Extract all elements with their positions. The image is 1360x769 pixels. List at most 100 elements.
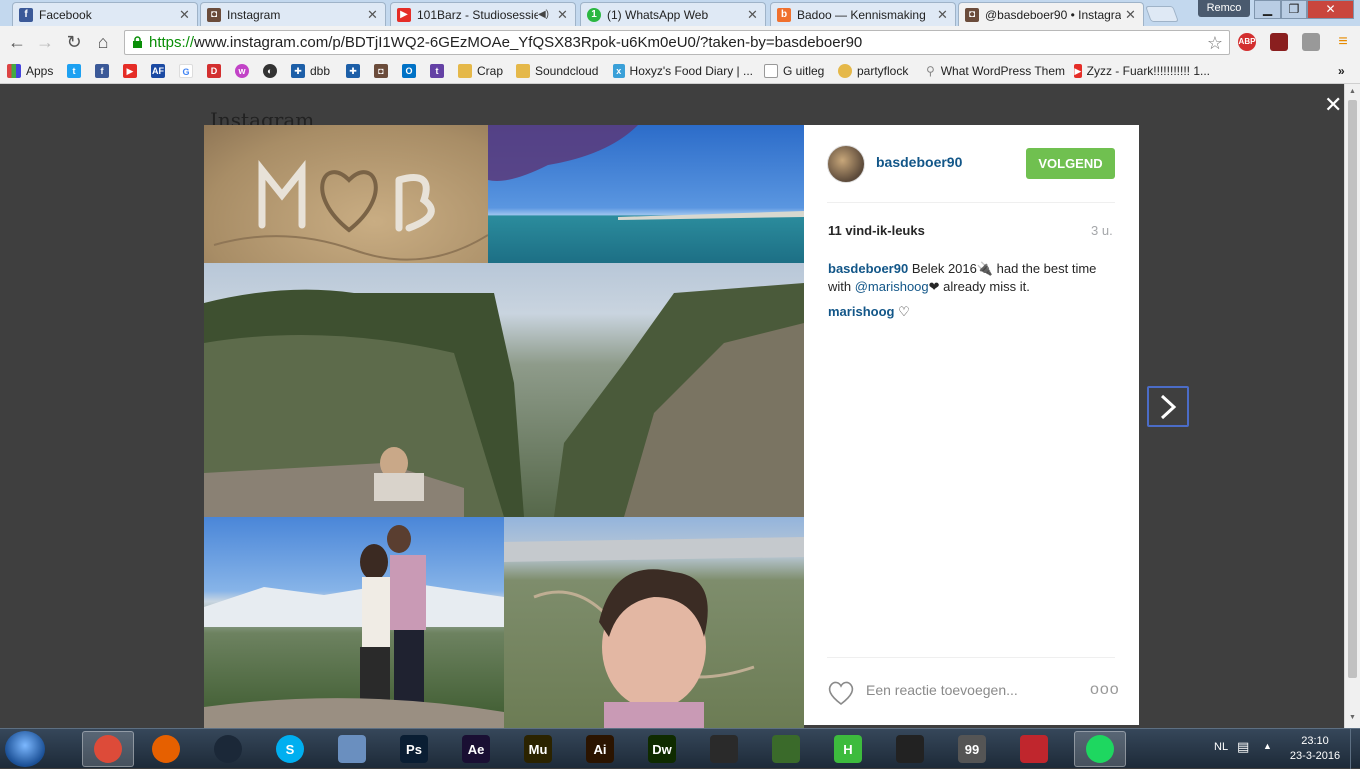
instagram-icon: ◘ [374, 64, 388, 78]
bookmark-twitter[interactable]: t [67, 62, 86, 80]
tab-whatsapp[interactable]: 1 (1) WhatsApp Web ✕ [580, 2, 766, 26]
extension-red-icon[interactable] [1270, 33, 1288, 51]
search-icon: ⚲ [925, 64, 935, 78]
bookmark-youtube[interactable]: ▶ [123, 62, 142, 80]
tab-strip: f Facebook ✕ ◘ Instagram ✕ ▶ 101Barz - S… [0, 0, 1360, 26]
bookmark-wordpress[interactable]: ⚲ What WordPress Them [925, 62, 1065, 80]
taskbar-app-button[interactable] [144, 731, 188, 767]
instagram-page: Instagram ✕ basdeboer90 VOLGEND 11 vind-… [0, 84, 1344, 728]
bookmark-instagram[interactable]: ◘ [374, 62, 393, 80]
keyboard-tray-icon[interactable]: ▤ [1237, 739, 1249, 755]
tab-basdeboer90-instagram[interactable]: ◘ @basdeboer90 • Instagram ✕ [958, 2, 1144, 26]
back-arrow-icon[interactable]: ← [6, 31, 28, 53]
caption-mention-link[interactable]: @marishoog [855, 279, 929, 294]
close-icon[interactable]: ✕ [1125, 7, 1137, 23]
home-icon[interactable]: ⌂ [92, 31, 114, 53]
language-indicator[interactable]: NL [1214, 741, 1228, 753]
windows-start-button[interactable] [5, 731, 45, 767]
bookmark-food-diary[interactable]: x Hoxyz's Food Diary | ... [613, 62, 753, 80]
following-button[interactable]: VOLGEND [1026, 148, 1115, 179]
tray-expand-icon[interactable]: ▲ [1263, 741, 1272, 751]
reload-icon[interactable]: ↻ [63, 31, 85, 53]
maximize-button[interactable]: ❐ [1281, 0, 1307, 19]
post-author-username[interactable]: basdeboer90 [876, 154, 962, 170]
next-post-button[interactable] [1147, 386, 1189, 427]
close-icon[interactable]: ✕ [179, 7, 191, 23]
taskbar-app-button[interactable]: Mu [516, 731, 560, 767]
close-overlay-icon[interactable]: ✕ [1324, 92, 1342, 118]
forward-arrow-icon[interactable]: → [34, 31, 56, 53]
taskbar-app-button[interactable]: S [268, 731, 312, 767]
taskbar-app-button[interactable]: 99 [950, 731, 994, 767]
system-clock[interactable]: 23:10 23-3-2016 [1286, 734, 1344, 764]
profile-button[interactable]: Remco [1198, 0, 1250, 17]
bookmark-dbb[interactable]: ✚ dbb [291, 62, 330, 80]
chrome-menu-icon[interactable]: ≡ [1334, 33, 1352, 51]
bookmark-d[interactable]: D [207, 62, 226, 80]
bookmark-steam[interactable]: ◐ [263, 62, 282, 80]
new-tab-button[interactable] [1145, 6, 1179, 22]
caption-username[interactable]: basdeboer90 [828, 261, 908, 276]
taskbar-app-button[interactable] [82, 731, 134, 767]
add-comment-input[interactable]: Een reactie toevoegen... [866, 682, 1018, 698]
bookmark-facebook[interactable]: f [95, 62, 114, 80]
taskbar-app-button[interactable] [888, 731, 932, 767]
comment: marishoog ♡ [828, 304, 910, 320]
taskbar-app-button[interactable]: Ae [454, 731, 498, 767]
taskbar-app-button[interactable]: Ai [578, 731, 622, 767]
page-scrollbar[interactable]: ▲ ▼ [1344, 84, 1360, 728]
taskbar-app-button[interactable] [330, 731, 374, 767]
avatar[interactable] [827, 145, 865, 183]
taskbar-app-button[interactable] [764, 731, 808, 767]
taskbar-app-button[interactable] [702, 731, 746, 767]
extension-gray-icon[interactable] [1302, 33, 1320, 51]
bookmark-outlook[interactable]: O [402, 62, 421, 80]
close-icon[interactable]: ✕ [367, 7, 379, 23]
bookmark-af[interactable]: AF [151, 62, 170, 80]
scroll-down-arrow-icon[interactable]: ▼ [1349, 714, 1356, 721]
minimize-button[interactable]: ▁ [1254, 0, 1281, 19]
bookmark-zyzz[interactable]: ▶ Zyzz - Fuark!!!!!!!!!!! 1... [1074, 62, 1210, 80]
tab-badoo[interactable]: b Badoo — Kennismaking ✕ [770, 2, 956, 26]
bookmark-google[interactable]: G [179, 62, 198, 80]
divider [827, 657, 1115, 658]
bookmark-partyflock[interactable]: partyflock [838, 62, 908, 80]
address-bar[interactable]: https://www.instagram.com/p/BDTjI1WQ2-6G… [124, 30, 1230, 55]
caption-emoji: 🔌 [976, 261, 994, 276]
show-desktop-button[interactable] [1350, 729, 1360, 769]
taskbar-app-button[interactable]: Ps [392, 731, 436, 767]
bookmark-w[interactable]: w [235, 62, 254, 80]
bookmark-puzzle[interactable]: ✚ [346, 62, 365, 80]
tab-101barz[interactable]: ▶ 101Barz - Studiosessie ◀) ✕ [390, 2, 576, 26]
photo-canyon [204, 263, 804, 517]
taskbar-app-button[interactable] [206, 731, 250, 767]
taskbar-app-button[interactable]: Dw [640, 731, 684, 767]
bookmark-twitch[interactable]: t [430, 62, 449, 80]
bookmarks-overflow-chevron-icon[interactable]: » [1338, 62, 1345, 80]
bookmark-apps[interactable]: Apps [7, 62, 53, 80]
close-icon[interactable]: ✕ [557, 7, 569, 23]
tab-facebook[interactable]: f Facebook ✕ [12, 2, 198, 26]
bookmark-star-icon[interactable]: ☆ [1207, 32, 1223, 54]
window-close-button[interactable]: ✕ [1307, 0, 1354, 19]
scroll-up-arrow-icon[interactable]: ▲ [1349, 88, 1356, 95]
bookmark-folder-soundcloud[interactable]: Soundcloud [516, 62, 598, 80]
comment-username[interactable]: marishoog [828, 304, 894, 319]
bookmark-g-uitleg[interactable]: G uitleg [764, 62, 824, 80]
more-options-icon[interactable]: ooo [1090, 681, 1120, 699]
post-photo[interactable] [204, 125, 804, 728]
close-icon[interactable]: ✕ [747, 7, 759, 23]
dbb-icon: ✚ [291, 64, 305, 78]
audio-playing-icon[interactable]: ◀) [538, 9, 549, 20]
scrollbar-thumb[interactable] [1348, 100, 1357, 678]
likes-count[interactable]: 11 vind-ik-leuks [828, 223, 925, 238]
adblock-plus-icon[interactable]: ABP [1238, 33, 1256, 51]
post-timestamp[interactable]: 3 u. [1091, 223, 1113, 238]
close-icon[interactable]: ✕ [937, 7, 949, 23]
taskbar-app-button[interactable] [1012, 731, 1056, 767]
taskbar-app-button[interactable]: H [826, 731, 870, 767]
bookmark-folder-crap[interactable]: Crap [458, 62, 503, 80]
taskbar-app-button[interactable] [1074, 731, 1126, 767]
like-heart-icon[interactable] [827, 680, 855, 706]
tab-instagram[interactable]: ◘ Instagram ✕ [200, 2, 386, 26]
